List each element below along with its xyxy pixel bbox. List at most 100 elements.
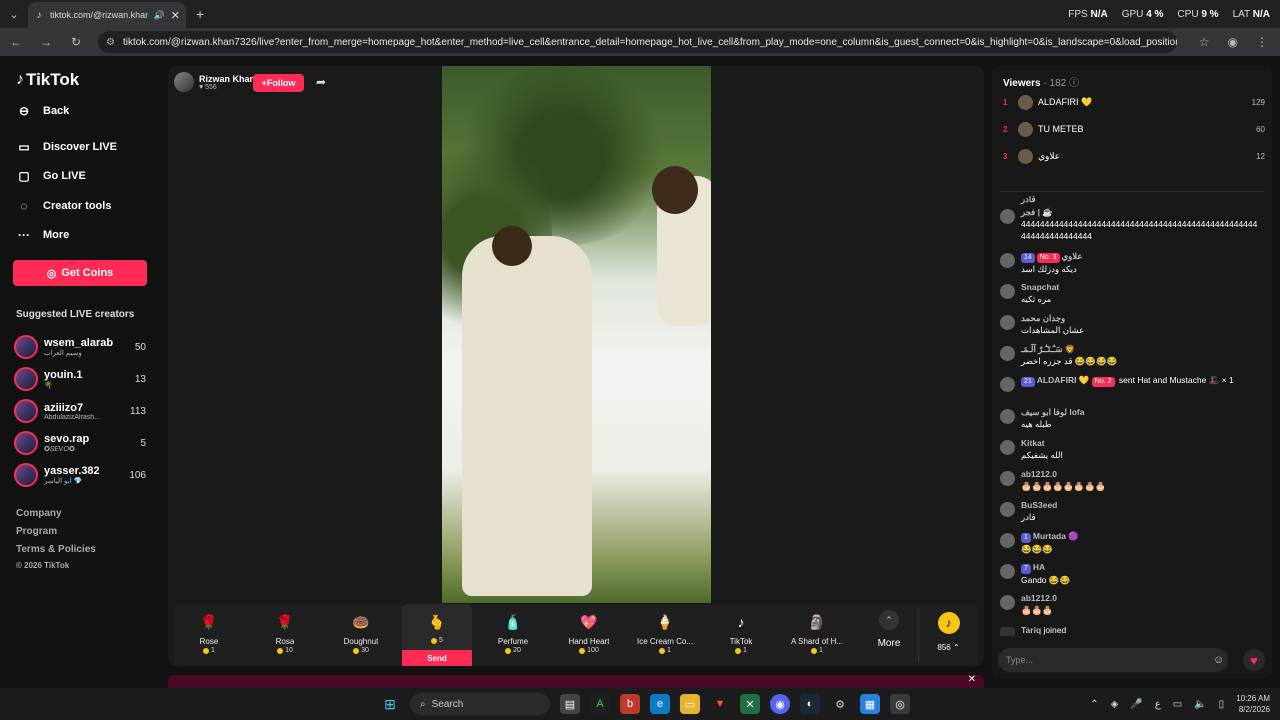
gift-item[interactable]: ♪ TikTok 1 — [706, 604, 776, 666]
task-view-icon[interactable]: ▤ — [560, 694, 580, 714]
follow-button[interactable]: + Follow — [253, 74, 304, 92]
excel-app-icon[interactable]: ✕ — [740, 694, 760, 714]
tiktok-logo[interactable]: ♪ TikTok — [16, 70, 79, 90]
settings-gear-icon[interactable]: ⚙ — [830, 694, 850, 714]
avatar[interactable] — [1000, 440, 1015, 455]
creator-item[interactable]: aziiizo7 AbdulazizAlrash... 113 — [14, 397, 146, 425]
chevron-up-icon[interactable]: ⌃ — [1090, 699, 1098, 710]
creator-item[interactable]: youin.1 🌴 13 — [14, 365, 146, 393]
bookmark-star-icon[interactable]: ☆ — [1199, 35, 1210, 49]
footer-company-link[interactable]: Company — [16, 508, 62, 519]
send-gift-button[interactable]: Send — [402, 650, 472, 666]
gift-item[interactable]: 🌹 Rose 1 — [174, 604, 244, 666]
browser-tab[interactable]: ♪ tiktok.com/@rizwan.khan7 🔊 ✕ — [28, 2, 186, 28]
message-author[interactable]: Kitkat — [1021, 437, 1261, 449]
creator-item[interactable]: wsem_alarab وسيم العراب 50 — [14, 333, 146, 361]
nav-more[interactable]: ··· More — [16, 228, 69, 242]
like-heart-button[interactable]: ♥ — [1243, 649, 1265, 671]
new-tab-icon[interactable]: + — [196, 6, 204, 22]
app-tray-icon[interactable]: ◈ — [1111, 699, 1119, 710]
nav-discover-live[interactable]: ▭ Discover LIVE — [16, 140, 117, 154]
message-author[interactable]: سَـٰٓـتَـٰٓـرٌ آلَـمَـ 🦁 — [1021, 343, 1261, 355]
avatar[interactable] — [1000, 564, 1015, 579]
edge-browser-icon[interactable]: e — [650, 694, 670, 714]
taskbar-search[interactable]: ⌕ Search — [410, 693, 550, 715]
gift-item[interactable]: 💖 Hand Heart 100 — [554, 604, 624, 666]
clock[interactable]: 10:26 AM 8/2/2026 — [1236, 693, 1270, 715]
browser-menu-icon[interactable]: ⋮ — [1256, 35, 1268, 49]
live-video[interactable] — [442, 66, 711, 603]
gift-item[interactable]: 🗿 A Shard of H... 1 — [782, 604, 852, 666]
site-info-icon[interactable]: ⚙ — [106, 37, 115, 48]
discord-app-icon[interactable]: ◉ — [770, 694, 790, 714]
battery-icon[interactable]: ▯ — [1219, 699, 1225, 710]
photos-app-icon[interactable]: ▦ — [860, 694, 880, 714]
chat-input[interactable]: Type... — [998, 648, 1228, 672]
file-explorer-icon[interactable]: ▭ — [680, 694, 700, 714]
keyboard-language-icon[interactable]: ع — [1155, 699, 1161, 710]
avatar[interactable] — [1000, 284, 1015, 299]
message-author[interactable]: وجدان محمد — [1021, 312, 1261, 324]
message-author[interactable]: ab1212.0 — [1021, 468, 1261, 480]
help-icon[interactable]: ⓘ — [1069, 78, 1079, 89]
microphone-icon[interactable]: 🎤 — [1130, 699, 1142, 710]
avatar[interactable] — [1000, 502, 1015, 517]
forward-arrow-icon[interactable]: → — [38, 35, 54, 49]
host-info[interactable]: Rizwan Khan ♥ 556 — [174, 72, 255, 92]
avatar[interactable] — [1000, 409, 1015, 424]
avatar[interactable] — [1000, 315, 1015, 330]
avatar[interactable] — [1000, 346, 1015, 361]
message-author[interactable]: فجر | ☕ — [1021, 206, 1261, 218]
avatar[interactable] — [1000, 377, 1015, 392]
red-app-icon[interactable]: b — [620, 694, 640, 714]
creator-item[interactable]: yasser.382 ابو الياسر 💎 106 — [14, 461, 146, 489]
message-author[interactable]: قادر — [1021, 196, 1036, 204]
get-coins-button[interactable]: ◎ Get Coins — [13, 260, 147, 286]
terminal-app-icon[interactable]: A — [590, 694, 610, 714]
message-author[interactable]: Snapchat — [1021, 281, 1261, 293]
reload-icon[interactable]: ↻ — [68, 35, 84, 49]
volume-icon[interactable]: 🔈 — [1194, 699, 1206, 710]
viewers-header[interactable]: Viewers · 182 ⓘ — [1003, 74, 1079, 89]
avatar[interactable] — [1000, 471, 1015, 486]
top-viewer-row[interactable]: 3 علاوي 12 — [1003, 147, 1265, 165]
gift-item[interactable]: 🍦 Ice Cream Co... 1 — [630, 604, 700, 666]
avatar[interactable] — [1000, 253, 1015, 268]
message-author[interactable]: ALDAFIRI 💛 — [1037, 375, 1090, 385]
gift-item[interactable]: 🧴 Perfume 20 — [478, 604, 548, 666]
avatar[interactable] — [1000, 209, 1015, 224]
message-author[interactable]: HA — [1033, 562, 1045, 572]
avatar[interactable] — [1000, 533, 1015, 548]
message-author[interactable]: Murtada 🟣 — [1033, 531, 1079, 541]
message-author[interactable]: Tariq — [1021, 625, 1041, 635]
gift-item[interactable]: 🍩 Doughnut 30 — [326, 604, 396, 666]
top-viewer-row[interactable]: 2 TU METEB 60 — [1003, 120, 1265, 138]
nav-creator-tools[interactable]: ◌ Creator tools — [16, 199, 111, 213]
close-banner-icon[interactable]: ✕ — [968, 674, 976, 685]
chrome-browser-icon[interactable]: ◎ — [890, 694, 910, 714]
more-gifts-button[interactable]: ⌃ More — [864, 610, 914, 649]
nav-go-live[interactable]: ▢ Go LIVE — [16, 169, 85, 183]
brave-browser-icon[interactable]: ▼ — [710, 694, 730, 714]
tab-list-icon[interactable]: ⌄ — [4, 4, 24, 24]
url-field[interactable]: ⚙ tiktok.com/@rizwan.khan7326/live?enter… — [98, 31, 1177, 53]
back-button[interactable]: ⊖ Back — [16, 104, 69, 118]
back-arrow-icon[interactable]: ← — [8, 35, 24, 49]
message-author[interactable]: ab1212.0 — [1021, 592, 1261, 604]
message-author[interactable]: علاوي — [1062, 251, 1083, 261]
speaker-icon[interactable]: 🔊 — [154, 10, 165, 21]
emoji-icon[interactable]: ☺ — [1213, 654, 1224, 666]
coin-balance[interactable]: ♪ 856 ⌃ — [918, 608, 978, 662]
footer-program-link[interactable]: Program — [16, 526, 57, 537]
steam-app-icon[interactable]: ◐ — [800, 694, 820, 714]
top-viewer-row[interactable]: 1 ALDAFIRI 💛 129 — [1003, 93, 1265, 111]
message-author[interactable]: لوفا ابو سيف lofa — [1021, 406, 1261, 418]
network-icon[interactable]: ▭ — [1173, 699, 1182, 710]
gift-item[interactable]: 🌹 Rosa 10 — [250, 604, 320, 666]
close-tab-icon[interactable]: ✕ — [171, 9, 180, 22]
message-author[interactable]: BuS3eed — [1021, 499, 1261, 511]
windows-start-icon[interactable]: ⊞ — [380, 694, 400, 714]
profile-icon[interactable]: ◉ — [1228, 35, 1238, 49]
footer-terms-link[interactable]: Terms & Policies — [16, 544, 96, 555]
share-icon[interactable]: ➦ — [316, 75, 326, 89]
